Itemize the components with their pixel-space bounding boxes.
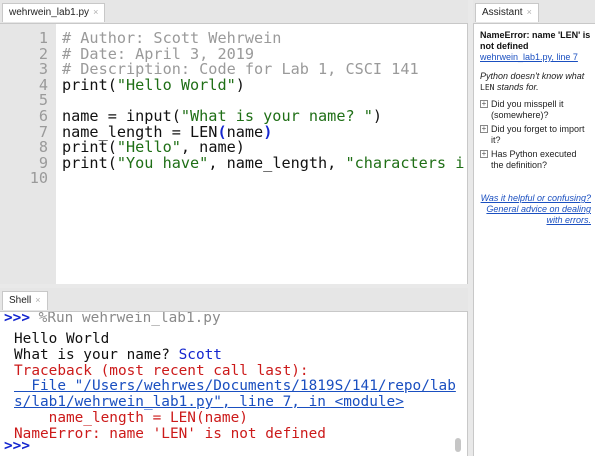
- error-message: NameError: name 'LEN' is not defined: [14, 425, 326, 442]
- string-literal: "You have": [116, 153, 209, 172]
- suggestion-list: + Did you misspell it (somewhere)? + Did y…: [480, 99, 591, 171]
- expand-icon[interactable]: +: [480, 125, 488, 133]
- suggestion-text: Has Python executed the definition?: [491, 149, 577, 170]
- traceback-line: Traceback (most recent call last):: [14, 362, 309, 379]
- tab-label: wehrwein_lab1.py: [9, 7, 90, 18]
- suggestion-item[interactable]: + Did you misspell it (somewhere)?: [480, 99, 591, 121]
- assistant-tab-bar: Assistant ×: [473, 0, 595, 24]
- shell-scrollbar[interactable]: [455, 438, 461, 452]
- tab-label: Shell: [9, 295, 32, 306]
- shell-input-prompt[interactable]: >>>: [4, 438, 30, 455]
- shell-prompt-line: >>> %Run wehrwein_lab1.py: [4, 312, 221, 327]
- run-command: %Run wehrwein_lab1.py: [38, 312, 221, 326]
- assistant-panel: NameError: name 'LEN' is not defined weh…: [473, 24, 595, 456]
- shell-tab-bar: Shell ×: [0, 288, 468, 312]
- source-code[interactable]: # Author: Scott Wehrwein # Date: April 3,…: [62, 30, 465, 172]
- expand-icon[interactable]: +: [480, 100, 488, 108]
- code-token: , name_length,: [208, 153, 346, 172]
- user-input: Scott: [178, 346, 222, 363]
- traceback-file-link[interactable]: s/lab1/wehrwein_lab1.py", line 7, in <mo…: [14, 394, 456, 411]
- output-line: What is your name? Scott: [14, 346, 456, 364]
- code-line: print("Hello World"): [62, 75, 464, 94]
- tab-shell[interactable]: Shell ×: [2, 291, 48, 310]
- tab-wehrwein-lab1[interactable]: wehrwein_lab1.py ×: [2, 3, 106, 22]
- tab-label: Assistant: [482, 7, 523, 18]
- assistant-links: Was it helpful or confusing? General adv…: [480, 193, 591, 226]
- code-line: print("You have", name_length, "characte…: [62, 153, 465, 172]
- error-title: NameError: name 'LEN' is not defined: [480, 30, 591, 51]
- line-number: 10: [29, 169, 48, 188]
- close-icon[interactable]: ×: [35, 295, 40, 305]
- suggestion-item[interactable]: + Did you forget to import it?: [480, 124, 591, 146]
- editor-tab-bar: wehrwein_lab1.py ×: [0, 0, 468, 24]
- code-token: ): [372, 106, 383, 125]
- code-token: ): [235, 75, 245, 94]
- note-text: Python doesn't know what: [480, 71, 585, 81]
- error-location-link[interactable]: wehrwein_lab1.py, line 7: [480, 52, 591, 63]
- shell-output: Hello World What is your name? Scott Trace…: [14, 331, 456, 443]
- feedback-link[interactable]: Was it helpful or confusing?: [480, 193, 591, 204]
- prompt-marker: >>>: [4, 312, 30, 326]
- string-literal: "characters i: [345, 153, 465, 172]
- close-icon[interactable]: ×: [527, 7, 532, 17]
- matched-paren: ): [263, 122, 273, 141]
- string-literal: "Hello World": [116, 75, 236, 94]
- note-text: stands for.: [494, 82, 539, 92]
- traceback-line: name_length = LEN(name): [14, 409, 248, 426]
- output-line: Hello World: [14, 331, 110, 347]
- close-icon[interactable]: ×: [93, 7, 98, 17]
- tab-assistant[interactable]: Assistant ×: [475, 3, 539, 22]
- expand-icon[interactable]: +: [480, 150, 488, 158]
- code-editor[interactable]: 1 2 3 4 5 6 7 8 9 10 # Author: Scott Wehrwein # Da…: [0, 24, 468, 284]
- suggestion-text: Did you forget to import it?: [491, 124, 585, 145]
- note-code: LEN: [480, 83, 495, 92]
- advice-link[interactable]: General advice on dealing with errors.: [480, 204, 591, 226]
- traceback-file-link[interactable]: File "/Users/wehrwes/Documents/1819S/141…: [14, 379, 456, 395]
- code-token: print(: [62, 153, 117, 172]
- shell-console[interactable]: >>> %Run wehrwein_lab1.py Hello World Wha…: [0, 312, 468, 456]
- suggestion-item[interactable]: + Has Python executed the definition?: [480, 149, 591, 171]
- line-numbers: 1 2 3 4 5 6 7 8 9 10: [0, 30, 48, 188]
- error-explanation: Python doesn't know what LEN stands for.: [480, 71, 591, 93]
- prompt-marker: >>>: [4, 438, 30, 454]
- suggestion-text: Did you misspell it (somewhere)?: [491, 99, 564, 120]
- output-text: What is your name?: [14, 346, 179, 363]
